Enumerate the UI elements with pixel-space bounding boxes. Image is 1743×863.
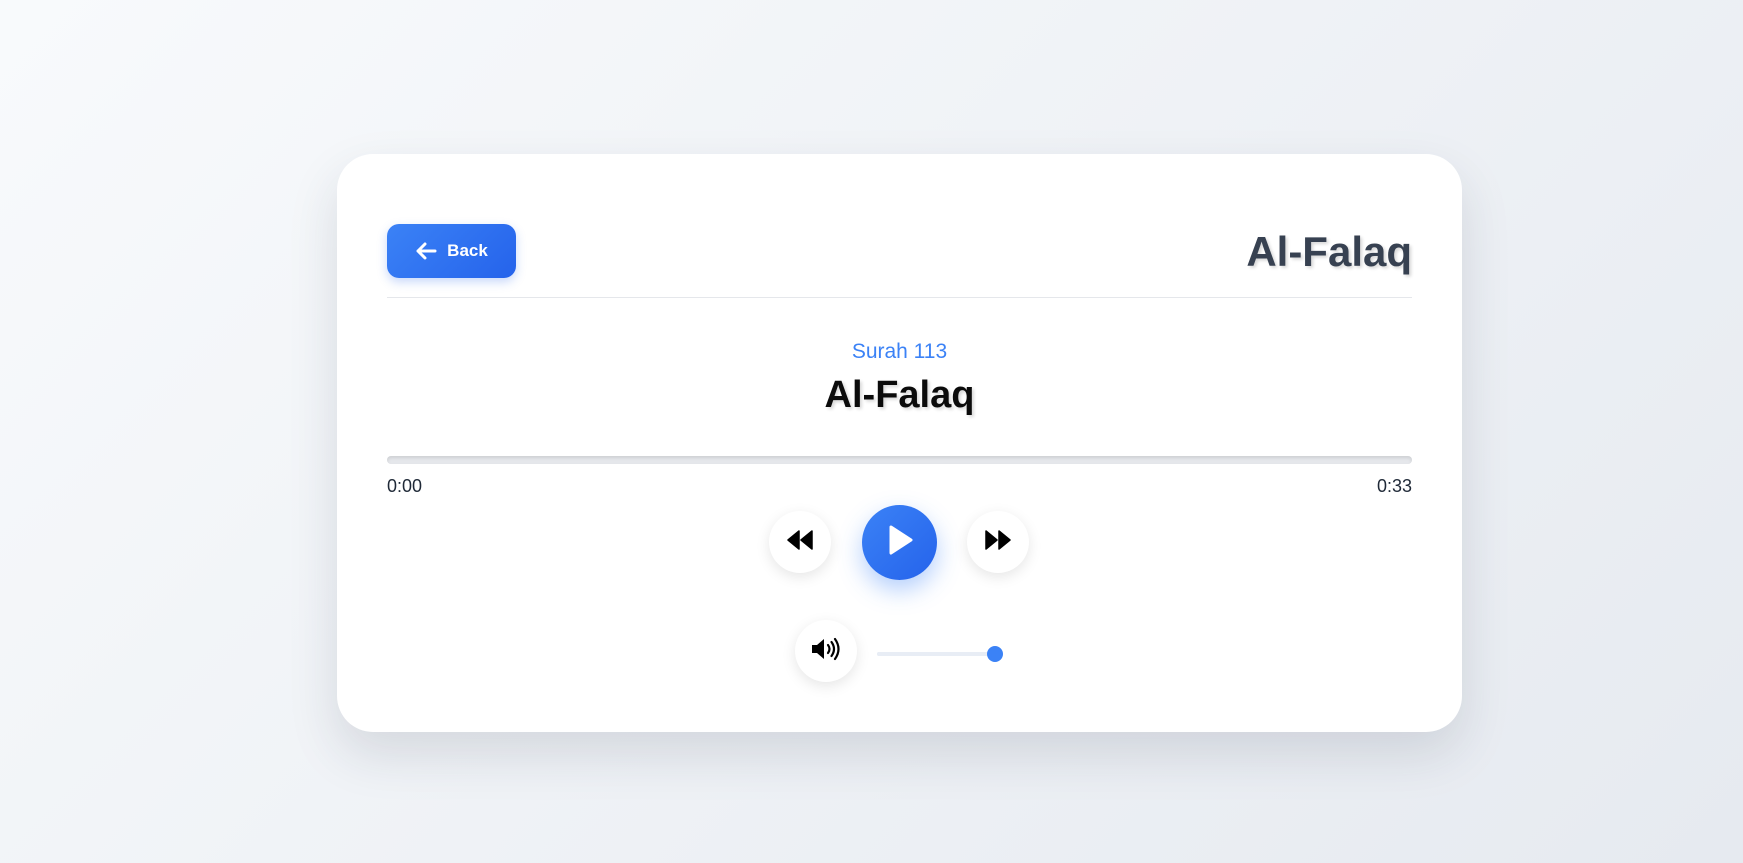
volume-slider[interactable] [877,646,1003,662]
surah-name: Al-Falaq [824,374,975,416]
total-time: 0:33 [1376,476,1412,496]
progress-bar[interactable] [387,456,1412,464]
player-card: Back Al-Falaq Surah 113 Al-Falaq 0:00 0:… [337,154,1462,732]
current-time: 0:00 [387,476,423,496]
surah-number: Surah 113 [851,340,948,363]
volume-button[interactable] [795,620,857,682]
back-button[interactable]: Back [387,224,516,278]
rewind-button[interactable] [769,511,831,573]
page-title: Al-Falaq [1246,228,1412,275]
rewind-icon [787,529,813,555]
fast-forward-icon [985,529,1011,555]
arrow-left-icon [415,242,437,260]
volume-fill [877,652,995,656]
volume-thumb[interactable] [987,646,1003,662]
back-button-label: Back [447,241,488,260]
header-divider [387,297,1412,298]
play-button[interactable] [862,505,937,580]
fast-forward-button[interactable] [967,511,1029,573]
volume-high-icon [811,637,841,666]
play-icon [887,525,913,560]
